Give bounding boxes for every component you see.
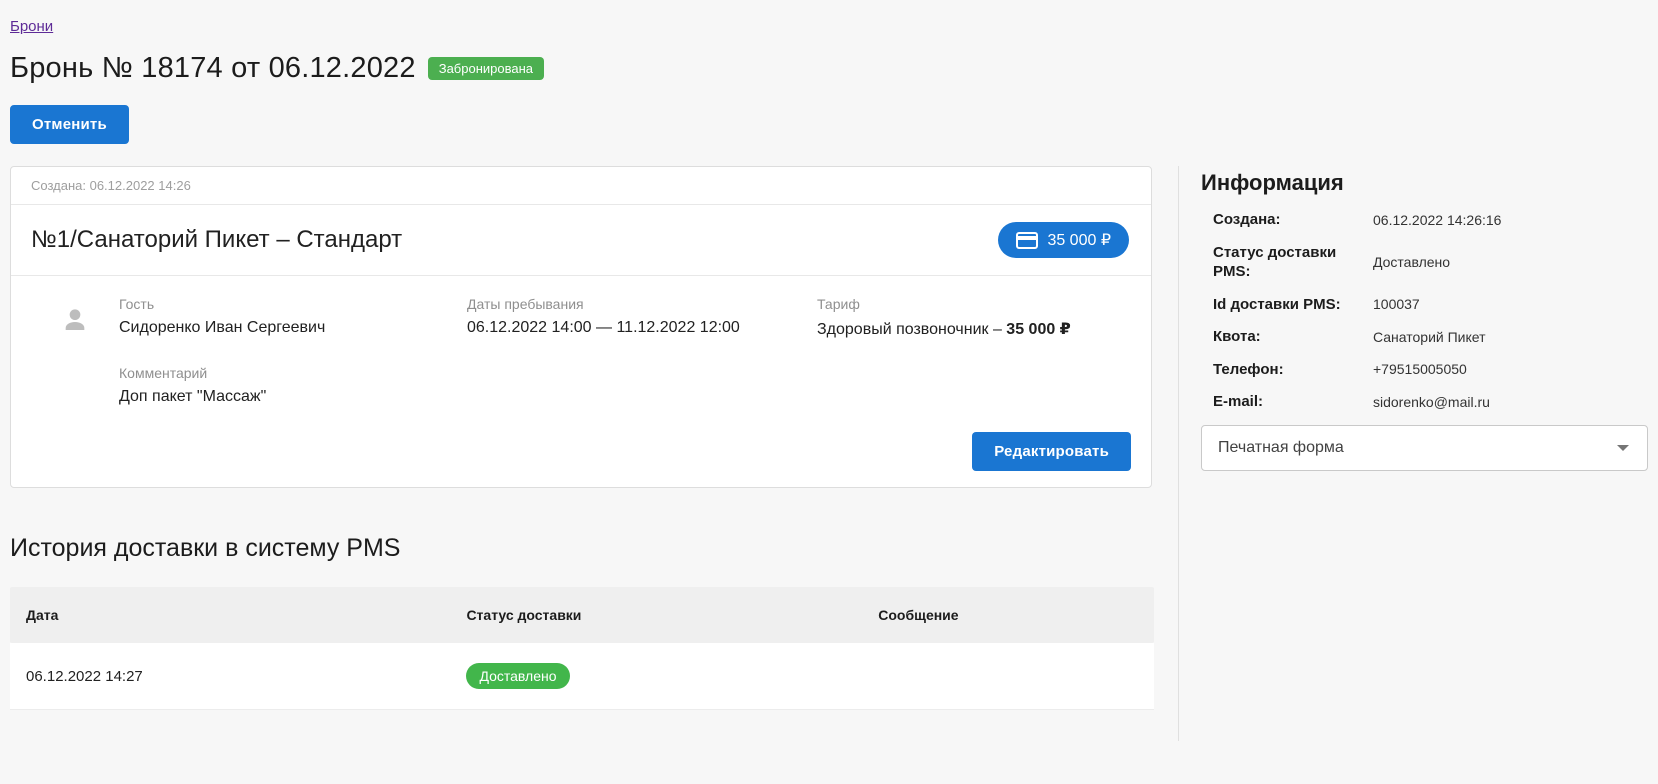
info-value: 06.12.2022 14:26:16 — [1373, 211, 1502, 228]
guest-label: Гость — [119, 296, 155, 312]
tariff-field: Тариф Здоровый позвоночник – 35 000 ₽ — [817, 296, 1131, 339]
tariff-value: Здоровый позвоночник – 35 000 ₽ — [817, 319, 1131, 339]
person-icon — [65, 309, 85, 330]
cancel-button[interactable]: Отменить — [10, 105, 129, 144]
price-badge-label: 35 000 ₽ — [1047, 232, 1111, 249]
info-field-quota: Квота: Санаторий Пикет — [1201, 327, 1648, 347]
info-panel: Информация Создана: 06.12.2022 14:26:16 … — [1178, 166, 1658, 741]
guest-field: Гость Сидоренко Иван Сергеевич — [119, 296, 467, 339]
info-label: Квота: — [1213, 328, 1261, 345]
chevron-down-icon — [1617, 444, 1629, 451]
info-panel-title: Информация — [1201, 170, 1344, 195]
booking-page: Брони Бронь № 18174 от 06.12.2022 Заброн… — [0, 0, 1658, 741]
comment-value: Доп пакет "Массаж" — [119, 388, 267, 405]
info-field-email: E-mail: sidorenko@mail.ru — [1201, 392, 1648, 412]
info-label: Телефон: — [1213, 360, 1284, 378]
tariff-name: Здоровый позвоночник – — [817, 321, 1007, 338]
main-column: Создана: 06.12.2022 14:26 №1/Санаторий П… — [10, 166, 1168, 710]
card-title-row: №1/Санаторий Пикет – Стандарт 35 000 ₽ — [11, 205, 1151, 276]
history-table-header: Дата Статус доставки Сообщение — [10, 587, 1154, 643]
stay-dates: 06.12.2022 14:00 — 11.12.2022 12:00 — [467, 319, 740, 336]
guest-row: Гость Сидоренко Иван Сергеевич Даты преб… — [31, 296, 1131, 339]
info-label: Создана: — [1213, 211, 1281, 228]
info-field-phone: Телефон: +79515005050 — [1201, 360, 1648, 380]
created-line: Создана: 06.12.2022 14:26 — [11, 167, 1151, 205]
card-body: Гость Сидоренко Иван Сергеевич Даты преб… — [11, 276, 1151, 487]
info-field-pms-id: Id доставки PMS: 100037 — [1201, 295, 1648, 315]
print-form-select-value: Печатная форма — [1218, 438, 1344, 456]
col-header-status: Статус доставки — [466, 607, 582, 623]
info-value: Санаторий Пикет — [1373, 328, 1486, 345]
history-table: Дата Статус доставки Сообщение 06.12.202… — [10, 587, 1154, 710]
status-badge: Забронирована — [427, 57, 545, 80]
info-label: Статус доставки PMS: — [1213, 243, 1337, 281]
delivery-status-pill: Доставлено — [466, 663, 570, 689]
history-section-title: История доставки в систему PMS — [10, 534, 401, 562]
title-row: Бронь № 18174 от 06.12.2022 Забронирован… — [10, 52, 1658, 85]
print-form-select[interactable]: Печатная форма — [1201, 424, 1648, 471]
edit-button[interactable]: Редактировать — [972, 432, 1131, 471]
info-field-pms-status: Статус доставки PMS: Доставлено — [1201, 243, 1648, 282]
price-badge[interactable]: 35 000 ₽ — [998, 222, 1129, 258]
comment-label: Комментарий — [119, 365, 208, 381]
page-title: Бронь № 18174 от 06.12.2022 — [10, 52, 416, 84]
col-header-date: Дата — [26, 607, 59, 623]
info-value: Доставлено — [1373, 254, 1451, 270]
table-row: 06.12.2022 14:27 Доставлено — [10, 643, 1154, 710]
room-title: №1/Санаторий Пикет – Стандарт — [31, 226, 403, 253]
avatar — [31, 296, 119, 339]
col-header-message: Сообщение — [878, 607, 959, 623]
guest-name: Сидоренко Иван Сергеевич — [119, 319, 326, 336]
credit-card-icon — [1016, 231, 1039, 249]
tariff-label: Тариф — [817, 296, 860, 312]
tariff-price: 35 000 ₽ — [1006, 321, 1071, 338]
row-date: 06.12.2022 14:27 — [26, 667, 143, 685]
booking-fields: Гость Сидоренко Иван Сергеевич Даты преб… — [119, 296, 1131, 339]
booking-card: Создана: 06.12.2022 14:26 №1/Санаторий П… — [10, 166, 1152, 488]
info-value: 100037 — [1373, 296, 1420, 313]
info-label: Id доставки PMS: — [1213, 295, 1341, 313]
info-field-created: Создана: 06.12.2022 14:26:16 — [1201, 210, 1648, 230]
row-message — [862, 643, 1154, 709]
edit-row: Редактировать — [31, 432, 1131, 471]
comment-field: Комментарий Доп пакет "Массаж" — [119, 365, 1131, 406]
dates-field: Даты пребывания 06.12.2022 14:00 — 11.12… — [467, 296, 817, 339]
breadcrumb: Брони — [10, 18, 1658, 36]
dates-label: Даты пребывания — [467, 296, 584, 312]
info-value: sidorenko@mail.ru — [1373, 393, 1490, 410]
info-value: +79515005050 — [1373, 361, 1467, 378]
content: Создана: 06.12.2022 14:26 №1/Санаторий П… — [10, 166, 1658, 741]
row-status: Доставлено — [450, 643, 862, 709]
breadcrumb-link-bookings[interactable]: Брони — [10, 18, 53, 35]
info-label: E-mail: — [1213, 393, 1264, 410]
